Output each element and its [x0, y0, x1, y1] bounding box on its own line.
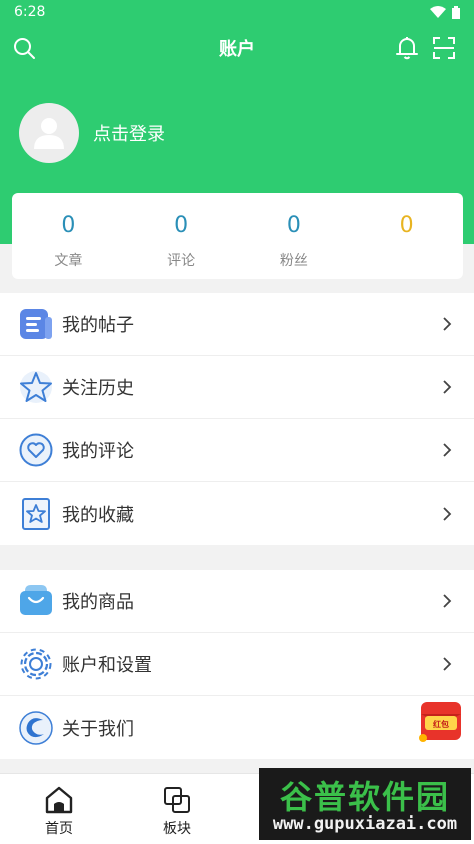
stat-value: 0	[286, 213, 301, 238]
stat-articles[interactable]: 0 文章	[12, 193, 125, 279]
posts-icon	[19, 307, 53, 341]
nav-home[interactable]: 首页	[0, 774, 118, 844]
menu-item-label: 关于我们	[62, 718, 134, 740]
menu-item-label: 我的评论	[62, 441, 134, 462]
stats-card: 0 文章 0 评论 0 粉丝 0	[12, 193, 463, 279]
menu-item-label: 关注历史	[62, 378, 134, 399]
stat-value: 0	[399, 213, 414, 238]
stat-comments[interactable]: 0 评论	[125, 193, 238, 279]
gear-icon	[19, 647, 53, 681]
scan-icon	[433, 37, 455, 59]
watermark-title: 谷普软件园	[279, 778, 450, 816]
bookmark-star-icon	[19, 497, 53, 531]
menu-item-follow-history[interactable]: 关注历史	[0, 356, 474, 419]
menu-item-my-products[interactable]: 我的商品	[0, 570, 474, 633]
wifi-icon	[430, 6, 446, 18]
chevron-right-icon	[443, 317, 452, 331]
menu-item-label: 我的收藏	[62, 504, 134, 526]
status-time: 6:28	[14, 4, 46, 20]
chevron-right-icon	[443, 506, 452, 521]
stat-value: 0	[61, 213, 76, 238]
menu-item-about-us[interactable]: 关于我们	[0, 696, 474, 759]
section-icon	[164, 787, 190, 813]
watermark-url: www.gupuxiazai.com	[272, 814, 458, 834]
notification-button[interactable]	[393, 34, 421, 62]
battery-icon	[452, 5, 460, 19]
stat-label: 文章	[54, 253, 83, 269]
nav-label: 板块	[163, 821, 191, 837]
star-icon	[19, 370, 53, 404]
stat-value: 0	[174, 213, 189, 238]
status-bar: 6:28	[0, 0, 474, 24]
svg-text:红包: 红包	[433, 719, 449, 729]
about-logo-icon	[19, 710, 53, 745]
chevron-right-icon	[443, 443, 452, 457]
status-icons	[430, 5, 460, 19]
stat-points[interactable]: 0	[350, 193, 463, 279]
menu-item-my-posts[interactable]: 我的帖子	[0, 293, 474, 356]
nav-sections[interactable]: 板块	[118, 774, 236, 844]
menu-item-label: 我的帖子	[62, 315, 134, 336]
chevron-right-icon	[443, 657, 452, 671]
chevron-right-icon	[443, 594, 452, 608]
bell-icon	[396, 37, 418, 60]
heart-comment-icon	[19, 433, 53, 467]
stat-label: 评论	[167, 253, 196, 269]
shopping-bag-icon	[19, 584, 53, 618]
top-bar: 账户	[0, 24, 474, 72]
profile-section[interactable]: 点击登录	[19, 103, 165, 163]
menu-item-my-favorites[interactable]: 我的收藏	[0, 482, 474, 545]
menu-item-my-comments[interactable]: 我的评论	[0, 419, 474, 482]
stat-fans[interactable]: 0 粉丝	[238, 193, 351, 279]
user-avatar-icon	[34, 118, 64, 149]
menu-item-label: 我的商品	[62, 592, 134, 613]
menu-item-label: 账户和设置	[62, 655, 152, 676]
nav-label: 首页	[45, 821, 73, 837]
menu-item-account-settings[interactable]: 账户和设置	[0, 633, 474, 696]
menu-group-settings: 我的商品 账户和设置 关于我们	[0, 570, 474, 759]
scan-button[interactable]	[430, 34, 458, 62]
red-packet-badge[interactable]: 红包	[417, 700, 465, 744]
stat-label: 粉丝	[279, 253, 308, 269]
login-link[interactable]: 点击登录	[93, 120, 165, 146]
home-icon	[45, 786, 73, 814]
chevron-right-icon	[443, 380, 452, 394]
menu-group-content: 我的帖子 关注历史 我的评论 我的收藏	[0, 293, 474, 545]
avatar[interactable]	[19, 103, 79, 163]
watermark: 谷普软件园 www.gupuxiazai.com	[259, 768, 471, 840]
